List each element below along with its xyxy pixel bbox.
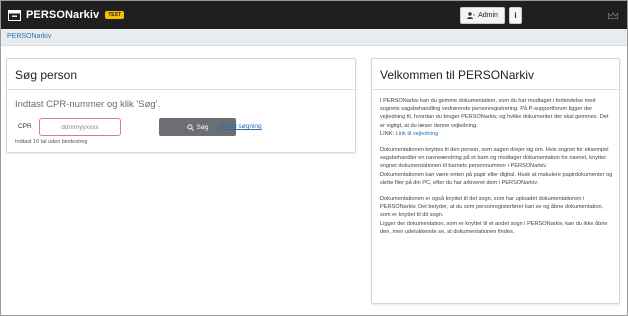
welcome-card: Velkommen til PERSONarkiv I PERSONarkiv …: [371, 58, 620, 304]
cpr-label: CPR: [18, 123, 32, 130]
welcome-paragraph-3: Dokumentationen kan være enten på papir …: [380, 171, 613, 186]
info-button[interactable]: i: [509, 7, 522, 24]
cpr-input[interactable]: [39, 118, 121, 136]
user-icon: [467, 12, 475, 19]
search-prompt: Indtast CPR-nummer og klik 'Søg'.: [15, 99, 161, 110]
reset-search-link[interactable]: Nulstil søgning: [219, 123, 262, 130]
welcome-paragraph-2: Dokumentationen knyttes til den person, …: [380, 147, 609, 170]
welcome-paragraph-5: Ligger der dokumentation, som er knyttet…: [380, 220, 608, 235]
app-window: PERSONarkiv TEST Admin i PERSONarkiv Søg…: [0, 0, 628, 316]
admin-label: Admin: [478, 12, 498, 19]
breadcrumb: PERSONarkiv: [1, 29, 627, 46]
brand[interactable]: PERSONarkiv TEST: [8, 9, 125, 21]
breadcrumb-home[interactable]: PERSONarkiv: [7, 33, 51, 40]
app-title: PERSONarkiv: [26, 9, 100, 21]
search-card-header: Søg person: [7, 59, 355, 90]
top-navbar: PERSONarkiv TEST Admin i: [1, 1, 627, 29]
welcome-paragraph: Dokumentationen er også knyttet til det …: [380, 195, 614, 236]
archive-icon: [8, 9, 21, 21]
welcome-card-title: Velkommen til PERSONarkiv: [380, 68, 535, 82]
search-card-title: Søg person: [15, 68, 78, 82]
search-card: Søg person Indtast CPR-nummer og klik 'S…: [6, 58, 356, 153]
cpr-hint: Indtast 10 tal uden bindestreg: [15, 139, 88, 145]
welcome-card-header: Velkommen til PERSONarkiv: [372, 59, 619, 90]
search-icon: [186, 123, 194, 131]
welcome-paragraph-1: I PERSONarkiv kan du gemme dokumentation…: [380, 98, 609, 129]
crown-icon: [608, 12, 618, 19]
welcome-paragraph: Dokumentationen knyttes til den person, …: [380, 146, 614, 187]
search-button-label: Søg: [196, 123, 209, 131]
link-prefix: LINK:: [380, 130, 396, 137]
welcome-paragraph-4: Dokumentationen er også knyttet til det …: [380, 196, 604, 219]
guide-link[interactable]: Link til vejledning: [396, 131, 439, 137]
welcome-paragraph: I PERSONarkiv kan du gemme dokumentation…: [380, 97, 614, 138]
welcome-body: I PERSONarkiv kan du gemme dokumentation…: [380, 97, 614, 244]
info-label: i: [514, 11, 517, 20]
admin-button[interactable]: Admin: [460, 7, 505, 24]
test-badge: TEST: [105, 11, 125, 19]
